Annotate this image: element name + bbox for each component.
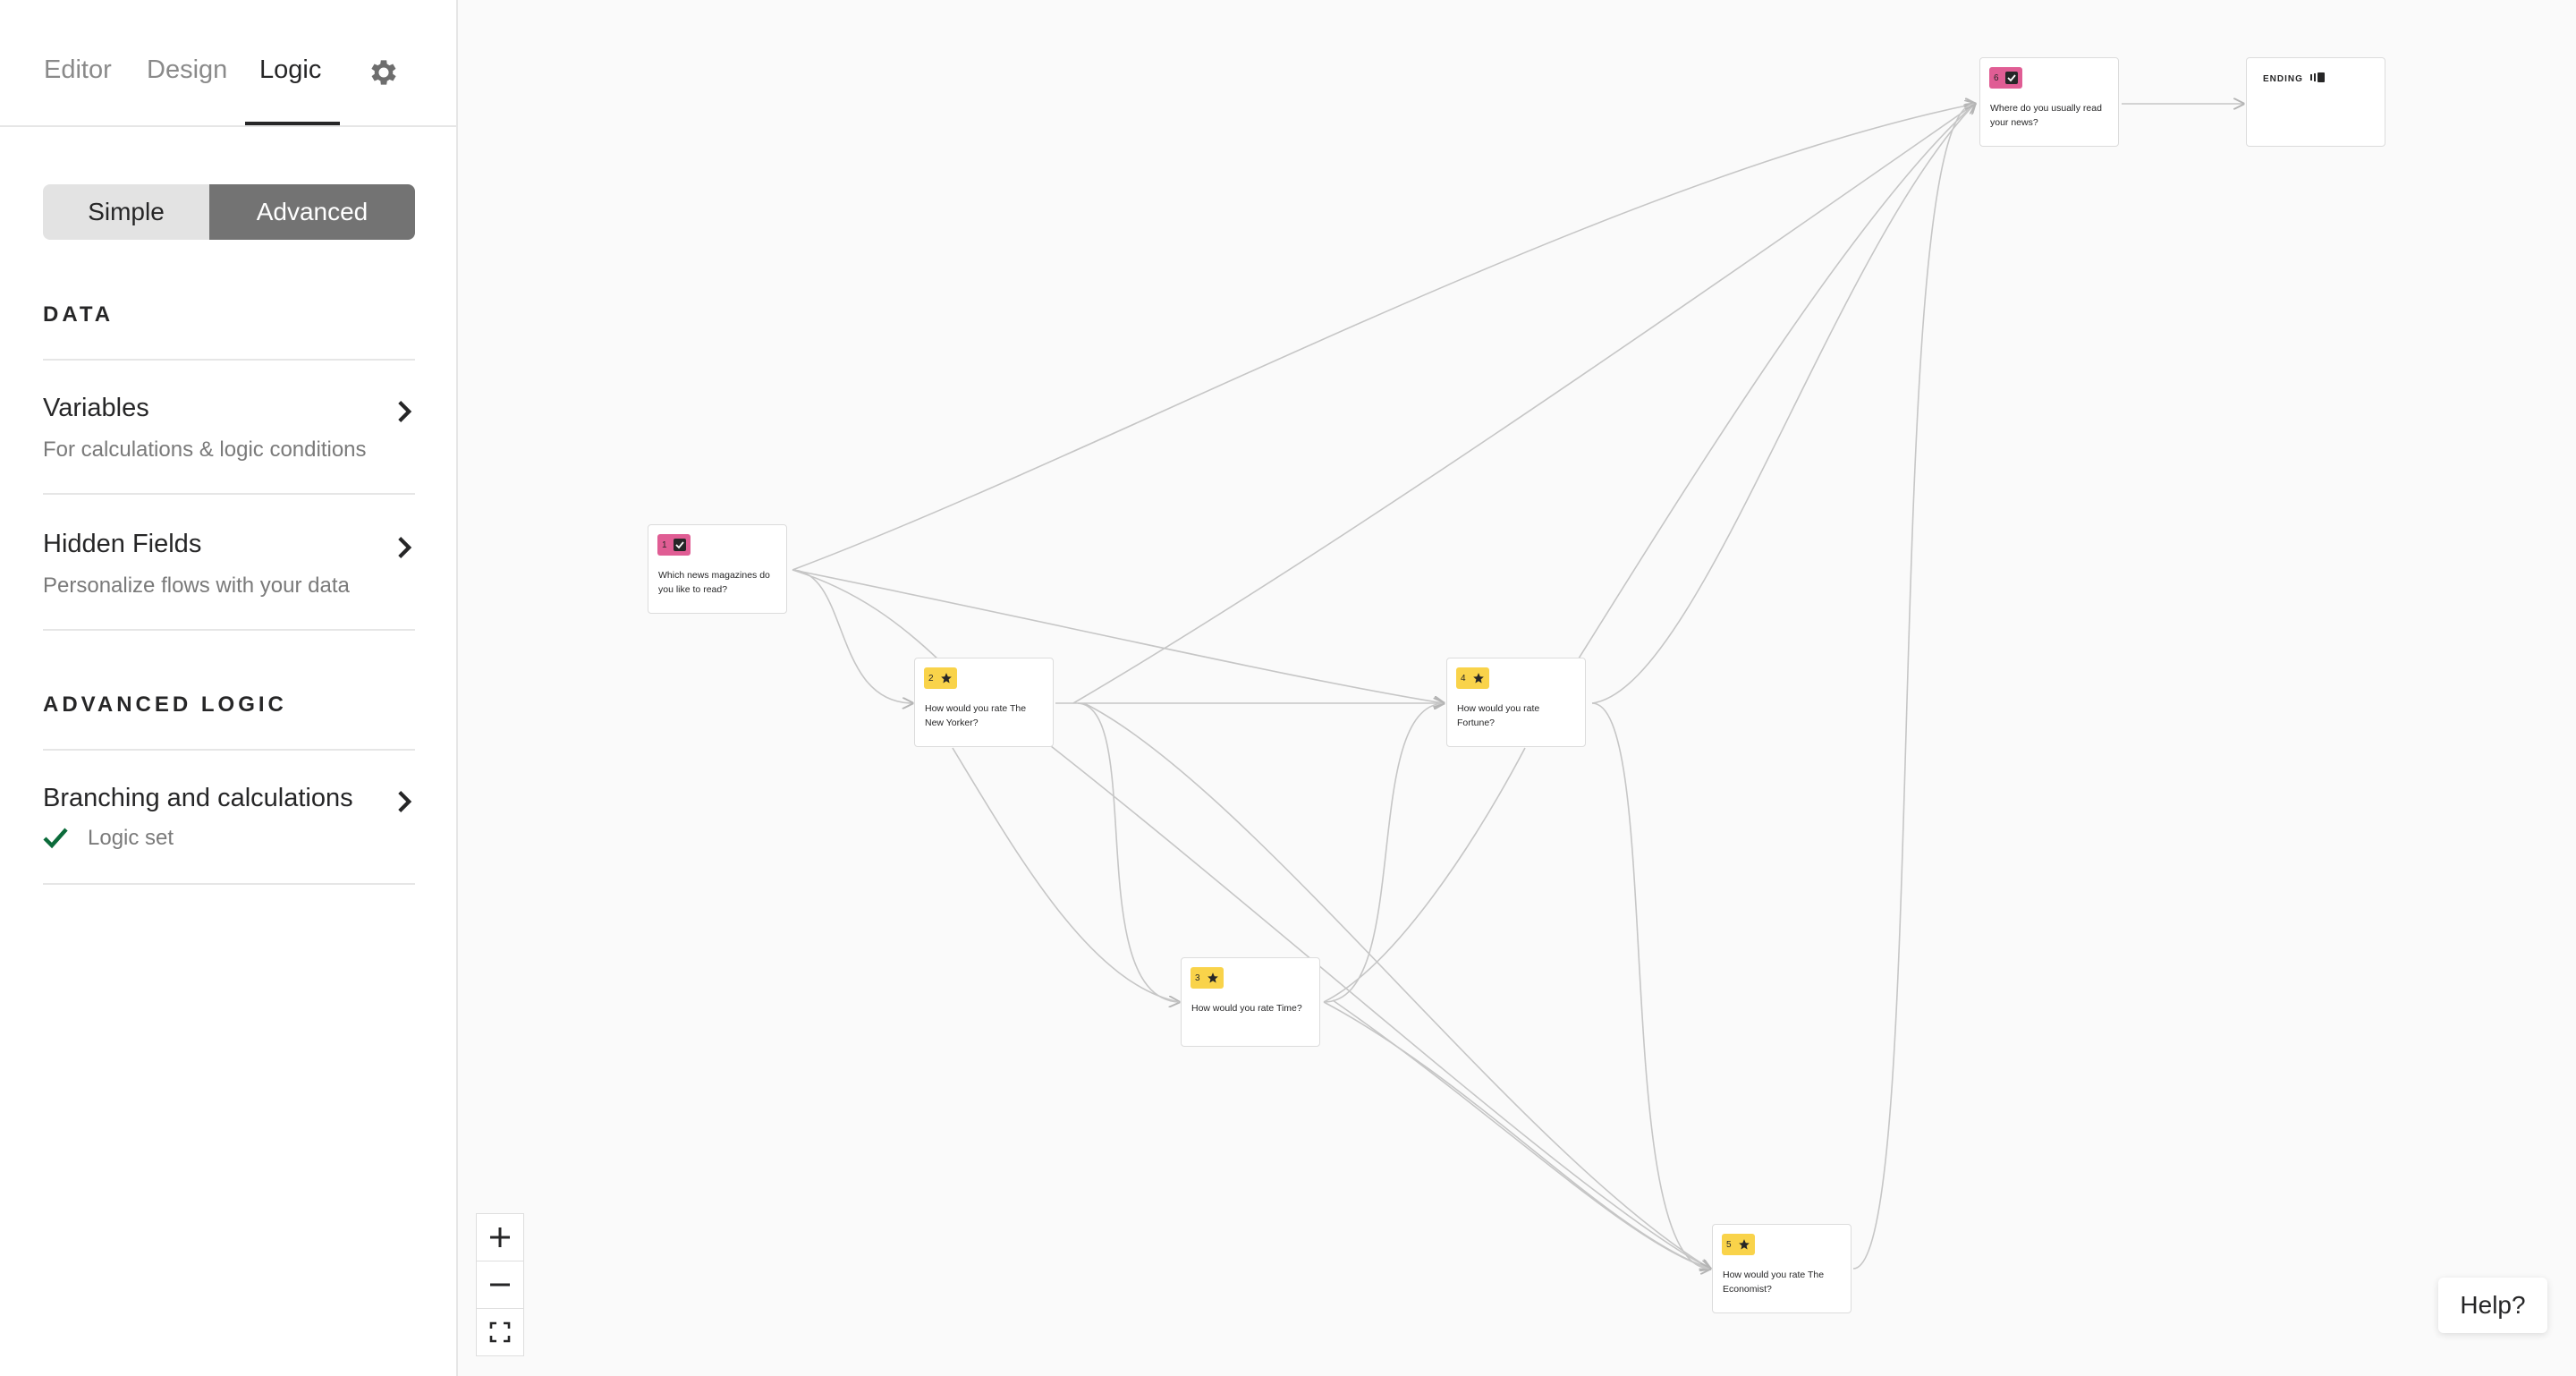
minus-icon: [490, 1283, 510, 1287]
checkbox-icon: [673, 539, 686, 551]
star-icon: [1738, 1239, 1750, 1250]
question-text: Which news magazines do you like to read…: [658, 570, 770, 595]
question-badge: 3: [1191, 967, 1224, 989]
question-node-4[interactable]: 4 How would you rate Fortune?: [1446, 658, 1586, 747]
question-text: Where do you usually read your news?: [1990, 103, 2102, 128]
logic-connections: [792, 0, 2576, 1376]
connection-q3-q4: [1323, 703, 1444, 1003]
connection-q2-q5b: [1083, 702, 1711, 1270]
question-badge: 5: [1722, 1234, 1755, 1255]
question-node-2[interactable]: 2 How would you rate The New Yorker?: [914, 658, 1054, 747]
connection-q2-q3b: [952, 747, 1180, 1003]
connection-q1-q2: [792, 569, 912, 703]
checkbox-icon: [2004, 72, 2018, 84]
ending-node[interactable]: ENDING: [2246, 57, 2385, 147]
star-icon: [1472, 673, 1484, 684]
question-badge: 1: [657, 534, 691, 556]
question-number: 6: [1994, 72, 1999, 83]
question-number: 3: [1195, 973, 1200, 983]
connection-q4-q5: [1591, 702, 1710, 1269]
help-button[interactable]: Help?: [2438, 1278, 2547, 1333]
question-node-1[interactable]: 1 Which news magazines do you like to re…: [648, 524, 787, 614]
question-number: 1: [662, 539, 667, 550]
question-node-3[interactable]: 3 How would you rate Time?: [1181, 957, 1320, 1047]
ending-label-text: ENDING: [2263, 74, 2303, 84]
star-icon: [1207, 973, 1218, 983]
connection-q3-q4b: [1323, 747, 1526, 1003]
connection-q1-q2b: [792, 569, 940, 661]
fullscreen-icon: [489, 1321, 511, 1343]
connection-q1-q6: [792, 104, 1975, 571]
connection-q1-q4: [792, 569, 1444, 703]
fit-to-screen-button[interactable]: [476, 1308, 524, 1356]
question-badge: 4: [1456, 667, 1489, 689]
connection-q5-q6: [1852, 104, 1975, 1270]
zoom-out-button[interactable]: [476, 1261, 524, 1309]
plus-icon: [490, 1227, 510, 1247]
question-badge: 2: [924, 667, 957, 689]
ending-icon: [2309, 72, 2325, 82]
connection-q2-q5: [1046, 742, 1710, 1269]
question-node-6[interactable]: 6 Where do you usually read your news?: [1979, 57, 2119, 147]
connection-q2-q6: [1072, 104, 1975, 704]
question-text: How would you rate The New Yorker?: [925, 703, 1027, 728]
question-number: 2: [928, 673, 934, 684]
question-number: 5: [1726, 1239, 1732, 1250]
connection-q4-q6b: [1578, 103, 1976, 659]
question-badge: 6: [1989, 67, 2022, 89]
question-text: How would you rate Time?: [1191, 1003, 1302, 1014]
ending-label: ENDING: [2263, 72, 2325, 84]
question-number: 4: [1461, 673, 1466, 684]
question-node-5[interactable]: 5 How would you rate The Economist?: [1712, 1224, 1852, 1313]
question-text: How would you rate Fortune?: [1457, 703, 1540, 728]
star-icon: [940, 673, 952, 684]
question-text: How would you rate The Economist?: [1723, 1270, 1825, 1295]
connection-q2-q3: [1077, 702, 1179, 1002]
zoom-in-button[interactable]: [476, 1213, 524, 1261]
